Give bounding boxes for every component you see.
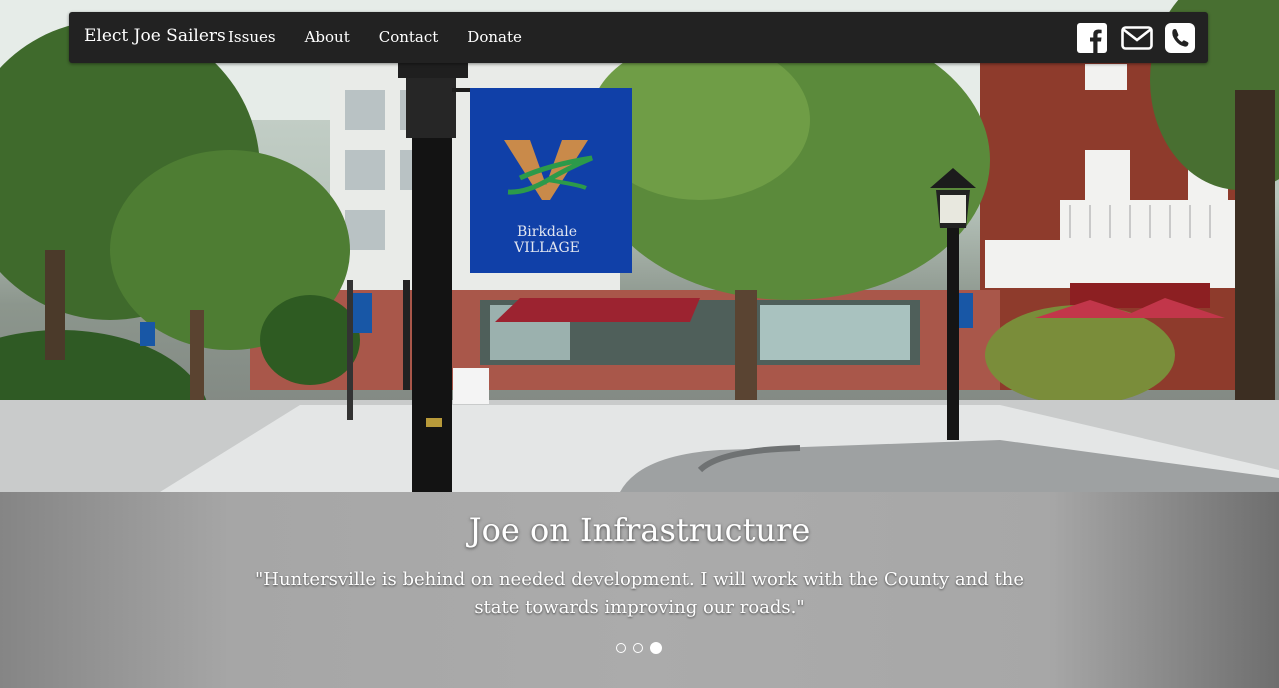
slide-quote: "Huntersville is behind on needed develo…	[255, 569, 1024, 618]
social-links	[1077, 23, 1195, 53]
carousel-indicators	[616, 642, 662, 654]
phone-icon[interactable]	[1165, 23, 1195, 53]
hero-image: Birkdale VILLAGE	[0, 0, 1279, 492]
navbar: Elect Joe Sailers Issues About Contact D…	[69, 12, 1208, 63]
carousel-indicator-2[interactable]	[633, 643, 643, 653]
nav-issues[interactable]: Issues	[228, 28, 276, 46]
banner-line2: VILLAGE	[513, 240, 580, 256]
street-scene: Birkdale VILLAGE	[0, 0, 1279, 492]
envelope-icon[interactable]	[1121, 23, 1153, 53]
slide-title: Joe on Infrastructure	[468, 511, 811, 549]
carousel-indicator-1[interactable]	[616, 643, 626, 653]
brand-link[interactable]: Elect Joe Sailers	[84, 26, 226, 46]
facebook-icon[interactable]	[1077, 23, 1107, 53]
nav-about[interactable]: About	[305, 28, 350, 46]
red-awning	[495, 298, 700, 322]
banner-line1: Birkdale	[517, 224, 577, 240]
nav-donate[interactable]: Donate	[467, 28, 522, 46]
carousel-indicator-3[interactable]	[650, 642, 662, 654]
lamp-post-right	[947, 225, 959, 440]
carousel-caption: Joe on Infrastructure "Huntersville is b…	[0, 492, 1279, 688]
nav-contact[interactable]: Contact	[379, 28, 439, 46]
nav-links: Issues About Contact Donate	[228, 28, 551, 46]
